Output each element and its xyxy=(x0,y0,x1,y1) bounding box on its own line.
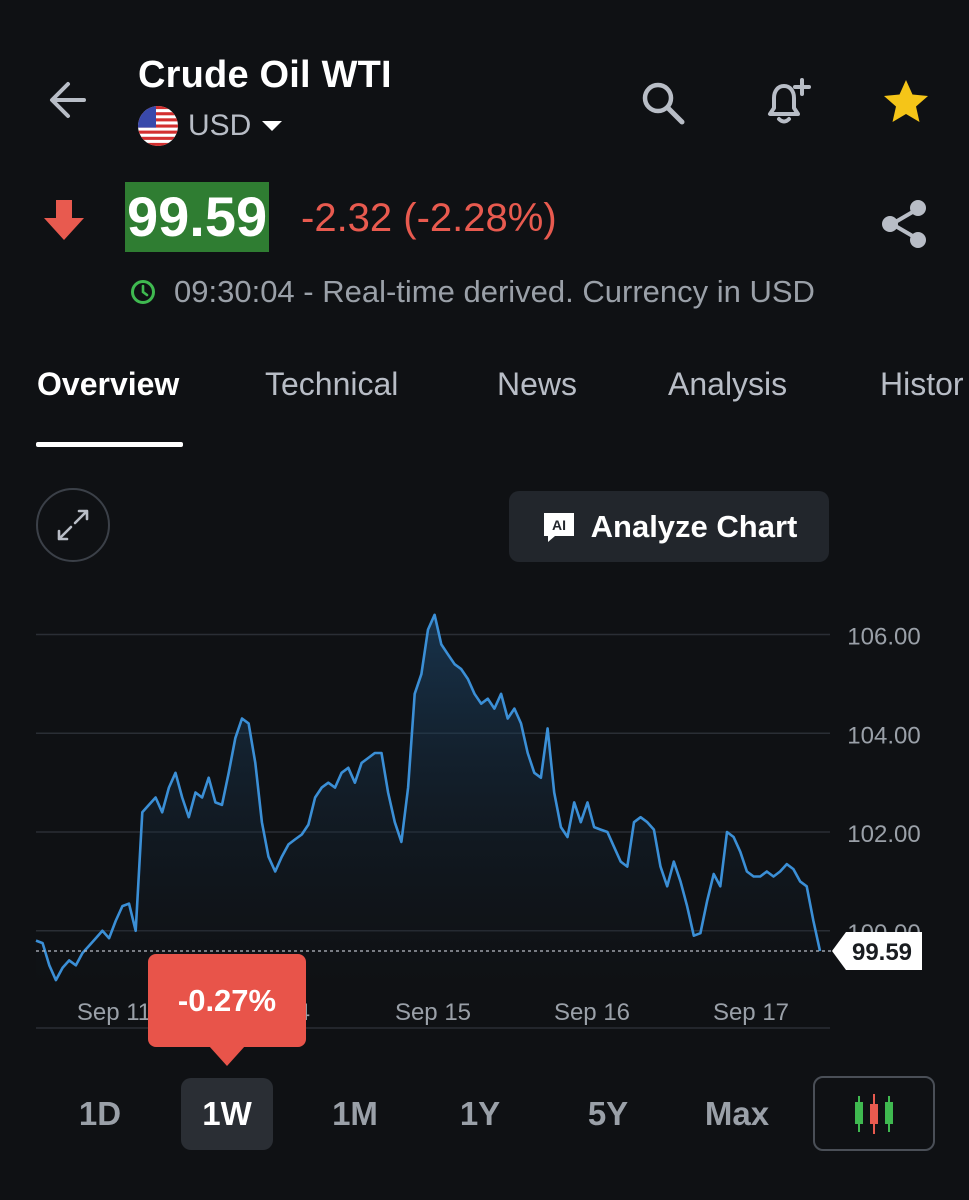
range-1y-button[interactable]: 1Y xyxy=(440,1078,520,1150)
tab-overview[interactable]: Overview xyxy=(37,366,179,403)
price-area-fill xyxy=(36,614,820,990)
analyze-chart-label: Analyze Chart xyxy=(590,508,798,544)
ai-badge-text: AI xyxy=(552,517,566,533)
us-flag-icon xyxy=(138,106,178,146)
last-price: 99.59 xyxy=(125,182,270,252)
down-arrow-icon xyxy=(40,196,88,249)
candlestick-icon xyxy=(855,1093,893,1134)
search-icon xyxy=(642,82,685,125)
range-1w-button[interactable]: 1W xyxy=(181,1078,273,1150)
tab-historical[interactable]: Histor xyxy=(880,366,964,403)
quote-status-text: 09:30:04 - Real-time derived. Currency i… xyxy=(174,274,815,309)
expand-chart-button[interactable] xyxy=(36,488,110,562)
currency-selector[interactable]: USD xyxy=(138,106,283,146)
tooltip-caret xyxy=(209,1046,245,1066)
x-tick-label: Sep 15 xyxy=(395,999,471,1026)
analyze-chart-button[interactable]: AI Analyze Chart xyxy=(509,491,829,562)
share-icon xyxy=(882,200,926,248)
current-price-label: 99.59 xyxy=(852,939,912,966)
expand-icon xyxy=(57,509,89,541)
favorite-button[interactable] xyxy=(876,72,936,132)
period-change-tooltip: -0.27% xyxy=(148,954,306,1047)
add-alert-button[interactable] xyxy=(756,72,816,132)
back-button[interactable] xyxy=(40,72,96,128)
search-button[interactable] xyxy=(634,74,690,130)
tab-technical[interactable]: Technical xyxy=(265,366,398,403)
range-1m-button[interactable]: 1M xyxy=(312,1078,398,1150)
price-chart[interactable]: 106.00104.00102.00100.0099.59Sep 11Sep 1… xyxy=(0,600,969,1050)
star-icon xyxy=(884,80,928,122)
tab-analysis[interactable]: Analysis xyxy=(668,366,787,403)
share-button[interactable] xyxy=(872,192,936,256)
currency-label: USD xyxy=(188,109,252,142)
x-tick-label: Sep 17 xyxy=(713,999,789,1026)
range-5y-button[interactable]: 5Y xyxy=(568,1078,648,1150)
y-tick-label: 104.00 xyxy=(847,722,920,749)
caret-down-icon xyxy=(262,121,283,131)
range-1d-button[interactable]: 1D xyxy=(60,1078,140,1150)
y-tick-label: 106.00 xyxy=(847,624,920,651)
quote-status-row: 09:30:04 - Real-time derived. Currency i… xyxy=(130,274,815,310)
clock-icon xyxy=(131,280,155,304)
active-tab-indicator xyxy=(36,442,183,447)
range-max-button[interactable]: Max xyxy=(690,1078,784,1150)
y-tick-label: 102.00 xyxy=(847,821,920,848)
arrow-left-icon xyxy=(50,82,86,118)
price-change: -2.32 (-2.28%) xyxy=(301,196,557,240)
x-tick-label: Sep 16 xyxy=(554,999,630,1026)
ai-chat-icon: AI xyxy=(543,512,574,542)
instrument-title: Crude Oil WTI xyxy=(138,54,392,96)
x-tick-label: Sep 11 xyxy=(77,999,151,1026)
chart-type-button[interactable] xyxy=(813,1076,935,1151)
bell-plus-icon xyxy=(768,78,811,124)
tab-news[interactable]: News xyxy=(497,366,577,403)
